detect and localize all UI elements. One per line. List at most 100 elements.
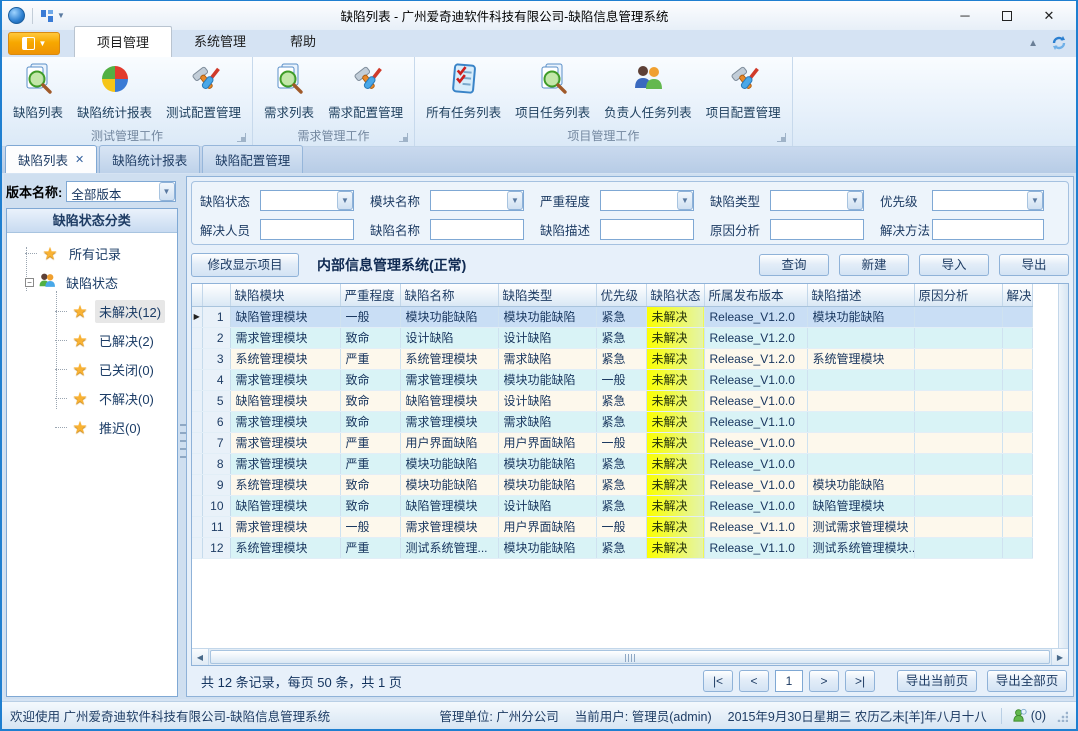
ribbon-button[interactable]: 项目任务列表 (508, 60, 597, 123)
ribbon-button[interactable]: 缺陷列表 (6, 60, 70, 123)
document-tab-1[interactable]: 缺陷列表✕ (5, 145, 97, 173)
row-indicator-cell[interactable] (192, 390, 202, 411)
scroll-left-icon[interactable]: ◀ (192, 649, 209, 665)
row-number-cell[interactable]: 6 (202, 411, 230, 432)
cell-severity[interactable]: 致命 (340, 495, 400, 516)
scrollbar-thumb[interactable] (210, 650, 1050, 664)
cell-severity[interactable]: 一般 (340, 516, 400, 537)
menu-tab-1[interactable]: 项目管理 (74, 26, 172, 57)
cell-release[interactable]: Release_V1.0.0 (704, 390, 807, 411)
cell-analysis[interactable] (914, 495, 1002, 516)
ribbon-button[interactable]: 需求配置管理 (321, 60, 410, 123)
cell-release[interactable]: Release_V1.1.0 (704, 411, 807, 432)
row-indicator-cell[interactable] (192, 348, 202, 369)
row-number-cell[interactable]: 12 (202, 537, 230, 558)
collapse-box-icon[interactable]: − (25, 278, 34, 287)
row-indicator-cell[interactable] (192, 432, 202, 453)
cell-module[interactable]: 需求管理模块 (230, 453, 340, 474)
modify-display-items-button[interactable]: 修改显示项目 (191, 253, 299, 277)
column-header-row-number[interactable] (202, 284, 230, 306)
tree-item[interactable]: ★已关闭(0) (11, 355, 175, 384)
row-number-cell[interactable]: 4 (202, 369, 230, 390)
maximize-button[interactable] (986, 5, 1028, 27)
cell-status[interactable]: 未解决 (646, 390, 704, 411)
cell-module[interactable]: 系统管理模块 (230, 537, 340, 558)
row-indicator-cell[interactable] (192, 453, 202, 474)
cell-release[interactable]: Release_V1.0.0 (704, 495, 807, 516)
defect-status-combobox[interactable]: ▼ (260, 190, 354, 211)
cell-solution[interactable] (1002, 327, 1032, 348)
table-row[interactable]: 10缺陷管理模块致命缺陷管理模块设计缺陷紧急未解决Release_V1.0.0缺… (192, 495, 1032, 516)
row-number-cell[interactable]: 1 (202, 306, 230, 327)
cell-name[interactable]: 缺陷管理模块 (400, 495, 498, 516)
cell-priority[interactable]: 紧急 (596, 306, 646, 327)
cell-desc[interactable] (807, 369, 914, 390)
column-header-indicator[interactable] (192, 284, 202, 306)
new-button[interactable]: 新建 (839, 254, 909, 276)
cell-severity[interactable]: 严重 (340, 432, 400, 453)
tree-item[interactable]: ★未解决(12) (11, 297, 175, 326)
cell-module[interactable]: 需求管理模块 (230, 327, 340, 348)
column-header-release[interactable]: 所属发布版本 (704, 284, 807, 306)
cell-module[interactable]: 需求管理模块 (230, 411, 340, 432)
solution-input[interactable] (932, 219, 1044, 240)
cell-solution[interactable] (1002, 516, 1032, 537)
row-indicator-cell[interactable] (192, 537, 202, 558)
cell-priority[interactable]: 一般 (596, 432, 646, 453)
application-menu-button[interactable]: ▼ (8, 32, 60, 55)
cell-name[interactable]: 模块功能缺陷 (400, 474, 498, 495)
messages-user-icon[interactable] (1012, 708, 1027, 723)
defect-type-combobox[interactable]: ▼ (770, 190, 864, 211)
cell-priority[interactable]: 一般 (596, 516, 646, 537)
first-page-button[interactable]: |< (703, 670, 733, 692)
cell-release[interactable]: Release_V1.1.0 (704, 537, 807, 558)
module-name-combobox[interactable]: ▼ (430, 190, 524, 211)
defect-desc-input[interactable] (600, 219, 694, 240)
cell-name[interactable]: 缺陷管理模块 (400, 390, 498, 411)
dialog-launcher-icon[interactable] (399, 133, 408, 142)
cell-desc[interactable] (807, 432, 914, 453)
sidebar-splitter[interactable] (178, 174, 186, 699)
cell-status[interactable]: 未解决 (646, 474, 704, 495)
horizontal-scrollbar[interactable]: ◀ ▶ (192, 648, 1068, 665)
cell-analysis[interactable] (914, 537, 1002, 558)
table-row[interactable]: 7需求管理模块严重用户界面缺陷用户界面缺陷一般未解决Release_V1.0.0 (192, 432, 1032, 453)
table-row[interactable]: 4需求管理模块致命需求管理模块模块功能缺陷一般未解决Release_V1.0.0 (192, 369, 1032, 390)
quick-access-layout-button[interactable]: ▼ (40, 9, 65, 23)
row-indicator-cell[interactable] (192, 369, 202, 390)
cell-desc[interactable]: 模块功能缺陷 (807, 474, 914, 495)
document-tab-2[interactable]: 缺陷统计报表 (99, 145, 200, 173)
cell-release[interactable]: Release_V1.0.0 (704, 474, 807, 495)
column-header-desc[interactable]: 缺陷描述 (807, 284, 914, 306)
dialog-launcher-icon[interactable] (777, 133, 786, 142)
ribbon-button[interactable]: 测试配置管理 (159, 60, 248, 123)
tree-item[interactable]: ★不解决(0) (11, 384, 175, 413)
cell-release[interactable]: Release_V1.2.0 (704, 327, 807, 348)
table-row[interactable]: 9系统管理模块致命模块功能缺陷模块功能缺陷紧急未解决Release_V1.0.0… (192, 474, 1032, 495)
prev-page-button[interactable]: < (739, 670, 769, 692)
column-header-severity[interactable]: 严重程度 (340, 284, 400, 306)
export-button[interactable]: 导出 (999, 254, 1069, 276)
cell-status[interactable]: 未解决 (646, 411, 704, 432)
cell-severity[interactable]: 一般 (340, 306, 400, 327)
cell-release[interactable]: Release_V1.0.0 (704, 369, 807, 390)
document-tab-3[interactable]: 缺陷配置管理 (202, 145, 303, 173)
cell-status[interactable]: 未解决 (646, 495, 704, 516)
cell-severity[interactable]: 严重 (340, 537, 400, 558)
cell-release[interactable]: Release_V1.0.0 (704, 432, 807, 453)
cause-analysis-input[interactable] (770, 219, 864, 240)
cell-severity[interactable]: 致命 (340, 411, 400, 432)
cell-name[interactable]: 用户界面缺陷 (400, 432, 498, 453)
cell-name[interactable]: 需求管理模块 (400, 411, 498, 432)
cell-priority[interactable]: 紧急 (596, 411, 646, 432)
cell-analysis[interactable] (914, 327, 1002, 348)
cell-solution[interactable] (1002, 306, 1032, 327)
cell-severity[interactable]: 严重 (340, 348, 400, 369)
cell-type[interactable]: 模块功能缺陷 (498, 537, 596, 558)
cell-desc[interactable]: 测试系统管理模块... (807, 537, 914, 558)
cell-name[interactable]: 模块功能缺陷 (400, 453, 498, 474)
menu-tab-3[interactable]: 帮助 (268, 26, 338, 57)
chevron-down-icon[interactable]: ▼ (677, 191, 693, 210)
export-current-page-button[interactable]: 导出当前页 (897, 670, 977, 692)
cell-severity[interactable]: 致命 (340, 474, 400, 495)
